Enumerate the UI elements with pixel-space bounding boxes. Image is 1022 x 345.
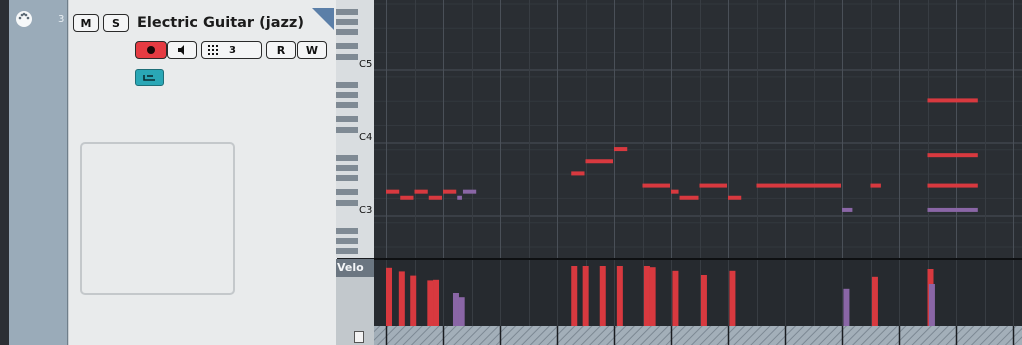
insert-slot-panel[interactable]	[80, 142, 235, 295]
midi-note	[400, 195, 414, 200]
midi-note	[457, 195, 462, 200]
monitor-button[interactable]	[167, 41, 197, 59]
midi-note	[414, 189, 428, 194]
controller-lane-label: Velo	[337, 261, 364, 274]
midi-note	[927, 98, 978, 103]
black-key[interactable]	[336, 43, 358, 49]
midi-note	[642, 183, 670, 188]
black-key[interactable]	[336, 189, 358, 195]
record-enable-button[interactable]	[135, 41, 167, 59]
black-key[interactable]	[336, 116, 358, 122]
black-key[interactable]	[336, 92, 358, 98]
midi-channel-selector[interactable]: 3	[201, 41, 262, 59]
velocity-bar	[672, 270, 679, 326]
velocity-bar	[729, 270, 736, 326]
track-number: 3	[58, 14, 65, 25]
selected-track-row[interactable]	[9, 0, 67, 345]
note-editor-grid[interactable]	[374, 0, 1022, 345]
black-key[interactable]	[336, 248, 358, 254]
velocity-bar	[582, 266, 589, 326]
midi-port-icon	[16, 11, 32, 27]
mute-button[interactable]: M	[73, 14, 99, 32]
record-dot-icon	[147, 46, 155, 54]
controller-lane-selector[interactable]: Velo	[336, 259, 374, 277]
midi-note	[386, 189, 400, 194]
velocity-lane-background	[374, 260, 1022, 326]
read-automation-button[interactable]: R	[266, 41, 296, 59]
grid-icon	[208, 45, 218, 55]
midi-note	[699, 183, 727, 188]
document-icon[interactable]	[354, 331, 364, 343]
velocity-bar	[871, 276, 878, 326]
octave-label-c4: C4	[359, 132, 373, 143]
velocity-bar	[433, 279, 440, 326]
velocity-bar	[643, 266, 650, 326]
black-key[interactable]	[336, 155, 358, 161]
black-key[interactable]	[336, 19, 358, 25]
left-edge-strip	[0, 0, 9, 345]
midi-note	[428, 195, 442, 200]
black-key[interactable]	[336, 200, 358, 206]
midi-note	[756, 183, 841, 188]
midi-note	[870, 183, 881, 188]
midi-note	[585, 159, 613, 164]
black-key[interactable]	[336, 175, 358, 181]
velocity-bar	[398, 271, 405, 326]
octave-label-c3: C3	[359, 205, 373, 216]
edit-icon	[143, 75, 155, 81]
midi-note	[842, 207, 853, 212]
part-strip-hatch	[374, 326, 1022, 345]
black-key[interactable]	[336, 82, 358, 88]
note-area-background	[374, 0, 1022, 258]
solo-button[interactable]: S	[103, 14, 129, 32]
piano-keyboard[interactable]: C5 C4 C3	[336, 0, 375, 258]
edit-instrument-button[interactable]	[135, 69, 164, 86]
velocity-bar	[410, 275, 417, 326]
velocity-bar	[458, 297, 465, 326]
velocity-bar	[386, 267, 392, 326]
black-key[interactable]	[336, 165, 358, 171]
midi-note	[927, 207, 978, 212]
velocity-bar	[700, 275, 707, 326]
midi-note	[927, 183, 978, 188]
midi-note	[443, 189, 457, 194]
track-list-header[interactable]: 3	[9, 0, 68, 345]
speaker-icon	[178, 45, 184, 55]
black-key[interactable]	[336, 29, 358, 35]
midi-note	[927, 153, 978, 158]
midi-channel-value: 3	[229, 44, 236, 56]
black-key[interactable]	[336, 238, 358, 244]
velocity-bar	[928, 284, 935, 326]
black-key[interactable]	[336, 102, 358, 108]
velocity-bar	[452, 293, 459, 326]
midi-note	[728, 195, 742, 200]
black-key[interactable]	[336, 9, 358, 15]
velocity-bar	[649, 267, 656, 326]
velocity-bar	[571, 266, 578, 326]
octave-label-c5: C5	[359, 59, 373, 70]
midi-note	[614, 147, 628, 152]
midi-note	[679, 195, 699, 200]
velocity-bar	[427, 280, 434, 326]
black-key[interactable]	[336, 127, 358, 133]
track-name[interactable]: Electric Guitar (jazz)	[137, 15, 304, 31]
write-automation-button[interactable]: W	[297, 41, 327, 59]
black-key[interactable]	[336, 228, 358, 234]
velocity-bar	[599, 266, 606, 326]
midi-note	[671, 189, 679, 194]
black-key[interactable]	[336, 54, 358, 60]
midi-note	[571, 171, 585, 176]
velocity-bar	[616, 266, 623, 326]
velocity-bar	[843, 288, 850, 326]
inspector-corner-marker	[312, 8, 334, 30]
midi-note	[462, 189, 477, 194]
